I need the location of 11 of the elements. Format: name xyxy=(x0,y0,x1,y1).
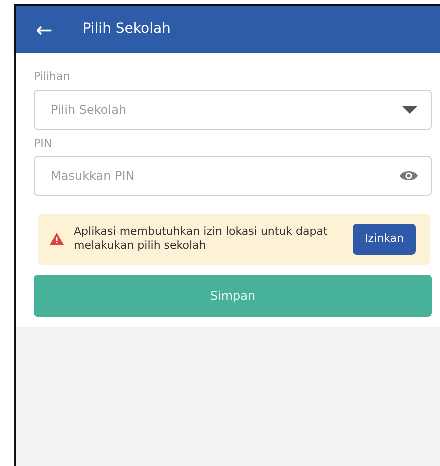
warning-icon xyxy=(50,233,64,246)
back-icon[interactable]: ← xyxy=(36,20,53,40)
school-dropdown[interactable]: Pilih Sekolah xyxy=(34,90,432,130)
dropdown-caret-icon xyxy=(402,106,418,114)
eye-icon[interactable] xyxy=(400,170,418,182)
field-label: PIN xyxy=(34,136,54,152)
field-label: Pilihan xyxy=(34,69,72,85)
app-bar-title: Pilih Sekolah xyxy=(82,20,171,39)
pin-field[interactable]: Masukkan PIN xyxy=(34,156,432,196)
alert-message: Aplikasi membutuhkan izin lokasi untuk dapat melakukan pilih sekolah xyxy=(74,224,329,254)
allow-button[interactable]: Izinkan xyxy=(353,224,416,254)
